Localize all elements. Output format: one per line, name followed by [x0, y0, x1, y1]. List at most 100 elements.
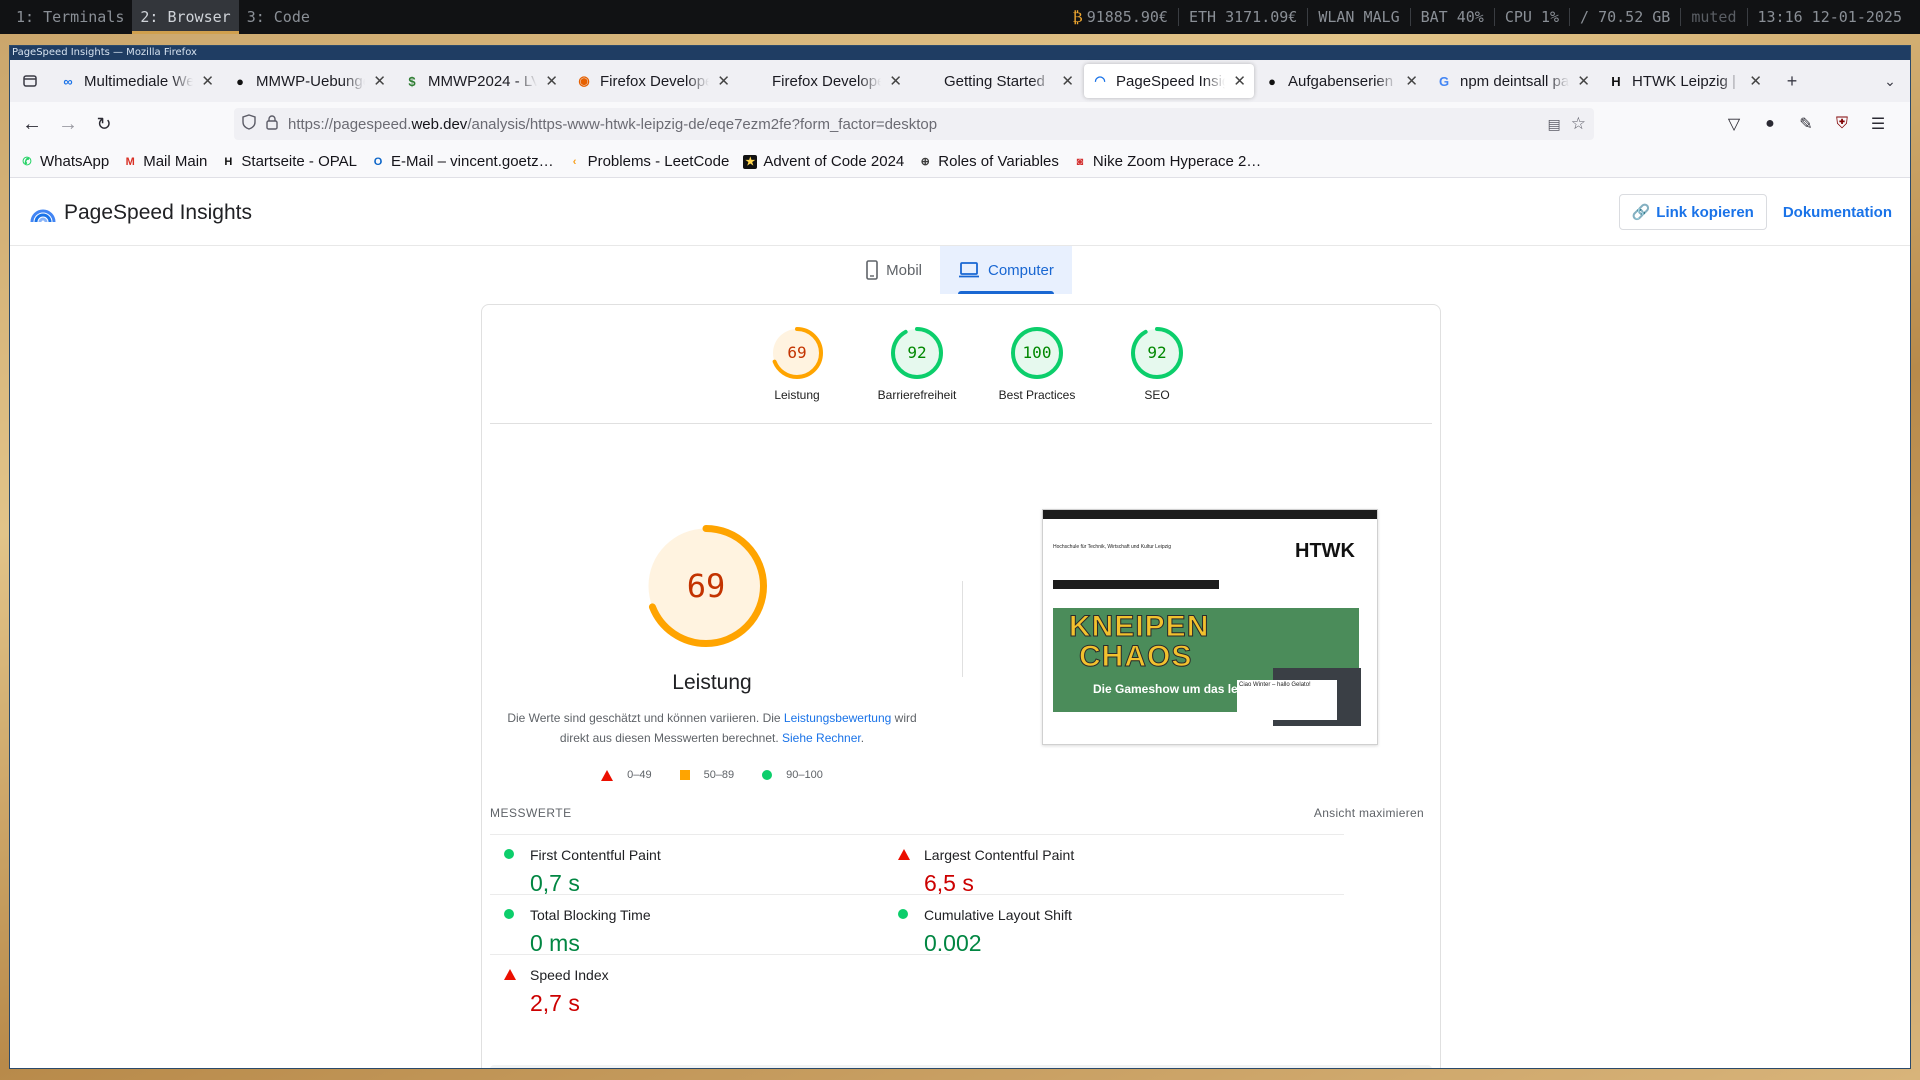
list-all-tabs-button[interactable]: ⌄	[1874, 65, 1906, 97]
tab-9[interactable]: H HTWK Leipzig | Ho ✕	[1600, 64, 1770, 98]
bookmark-3[interactable]: O E-Mail – vincent.goetz…	[371, 153, 554, 170]
tab-2[interactable]: $ MMWP2024 - LV0 ✕	[396, 64, 566, 98]
close-icon[interactable]: ✕	[889, 72, 902, 90]
clock: 13:16 12-01-2025	[1746, 8, 1913, 26]
bookmark-6[interactable]: ⊕ Roles of Variables	[918, 153, 1059, 170]
metric-first-contentful-paint: First Contentful Paint 0,7 s	[490, 834, 950, 896]
close-icon[interactable]: ✕	[717, 72, 730, 90]
back-button[interactable]: ←	[16, 108, 48, 140]
chevron-down-icon: ⌄	[1884, 72, 1896, 89]
bookmark-label: Nike Zoom Hyperace 2…	[1092, 153, 1262, 170]
tab-title: Multimediale Web	[84, 72, 194, 90]
close-icon[interactable]: ✕	[1749, 72, 1762, 90]
tab-list: ∞ Multimediale Web ✕ ● MMWP-Uebungen ✕ $ MMWP20…	[52, 64, 1770, 98]
new-tab-button[interactable]: +	[1776, 65, 1808, 97]
forward-button[interactable]: →	[52, 108, 84, 140]
pass-circle-icon	[504, 909, 514, 919]
metric-total-blocking-time: Total Blocking Time 0 ms	[490, 894, 950, 956]
extensions-button[interactable]: ✎	[1790, 108, 1822, 140]
github-icon: ●	[1268, 73, 1276, 89]
score-legend: 0–49 50–89 90–100	[482, 769, 942, 781]
workspace-2[interactable]: 2: Browser	[132, 0, 239, 34]
docs-link[interactable]: Dokumentation	[1775, 204, 1900, 221]
metric-value: 0.002	[924, 930, 982, 956]
toolbar-right: ▽ ● ✎ ⛨ ☰	[1718, 108, 1894, 140]
close-icon[interactable]: ✕	[1061, 72, 1074, 90]
gauge-ring: 69	[771, 327, 823, 379]
tab-overview-button[interactable]	[14, 65, 46, 97]
metric-name: Cumulative Layout Shift	[924, 907, 1072, 923]
calculator-link[interactable]: Siehe Rechner	[782, 731, 861, 745]
pocket-button[interactable]: ▽	[1718, 108, 1750, 140]
tab-title: Getting Started	[944, 72, 1045, 90]
bookmark-0[interactable]: ✆ WhatsApp	[20, 153, 109, 170]
bookmark-label: Startseite - OPAL	[241, 153, 357, 170]
tab-4[interactable]: Firefox Developer Too ✕	[740, 64, 910, 98]
gauge-label: Leistung	[774, 388, 820, 402]
reader-view-icon[interactable]: ▤	[1548, 116, 1561, 133]
laptop-icon	[959, 262, 979, 278]
url-text[interactable]: https://pagespeed.web.dev/analysis/https…	[288, 116, 1538, 133]
pocket-icon: ▽	[1727, 116, 1741, 133]
psi-title: PageSpeed Insights	[64, 200, 252, 224]
square-icon	[679, 770, 690, 780]
legend-average: 50–89	[679, 769, 734, 781]
metric-speed-index: Speed Index 2,7 s	[490, 954, 950, 1016]
bookmark-2[interactable]: H Startseite - OPAL	[221, 153, 357, 170]
bookmark-label: Problems - LeetCode	[587, 153, 730, 170]
metric-value: 0 ms	[530, 930, 580, 956]
metric-value: 2,7 s	[530, 990, 580, 1016]
copy-link-button[interactable]: 🔗 Link kopieren	[1618, 194, 1767, 230]
gauge-label: Barrierefreiheit	[877, 388, 957, 402]
tab-6[interactable]: ◠ PageSpeed Insight ✕	[1084, 64, 1254, 98]
gauge-seo[interactable]: 92 SEO	[1097, 327, 1217, 402]
bitcoin-icon: ₿	[1072, 7, 1083, 26]
scoring-link[interactable]: Leistungsbewertung	[784, 711, 891, 725]
workspace-1[interactable]: 1: Terminals	[8, 0, 132, 34]
page-screenshot[interactable]: Hochschule für Technik, Wirtschaft und K…	[1042, 509, 1378, 745]
tab-mobile[interactable]: Mobil	[848, 246, 940, 294]
gauge-best-practices[interactable]: 100 Best Practices	[977, 327, 1097, 402]
psi-logo[interactable]: PageSpeed Insights	[30, 201, 252, 225]
tab-0[interactable]: ∞ Multimediale Web ✕	[52, 64, 222, 98]
ublock-button[interactable]: ⛨	[1826, 108, 1858, 140]
close-icon[interactable]: ✕	[1405, 72, 1418, 90]
puzzle-icon: ✎	[1799, 116, 1813, 133]
bookmark-4[interactable]: ‹ Problems - LeetCode	[568, 153, 730, 170]
bookmark-1[interactable]: M Mail Main	[123, 153, 208, 170]
tab-8[interactable]: Gnpm deintsall pack ✕	[1428, 64, 1598, 98]
bookmarks-toolbar: ✆ WhatsApp M Mail Main H Startseite - OPAL O E-…	[10, 146, 1910, 178]
gauge-barrierefreiheit[interactable]: 92 Barrierefreiheit	[857, 327, 977, 402]
gauge-score: 69	[787, 343, 807, 362]
gauge-leistung[interactable]: 69 Leistung	[737, 327, 857, 402]
wlan-status: WLAN MALG	[1307, 8, 1409, 26]
tab-title: MMWP-Uebungen	[256, 72, 365, 90]
close-icon[interactable]: ✕	[201, 72, 214, 90]
close-icon[interactable]: ✕	[373, 72, 386, 90]
tab-3[interactable]: ◉ Firefox Developer ✕	[568, 64, 738, 98]
tab-1[interactable]: ● MMWP-Uebungen ✕	[224, 64, 394, 98]
dollar-icon: $	[408, 73, 416, 89]
close-icon[interactable]: ✕	[1577, 72, 1590, 90]
reload-button[interactable]: ↻	[88, 108, 120, 140]
tab-overview-icon	[23, 75, 37, 87]
close-icon[interactable]: ✕	[545, 72, 558, 90]
menu-button[interactable]: ☰	[1862, 108, 1894, 140]
disk-status: / 70.52 GB	[1569, 8, 1680, 26]
bookmark-5[interactable]: ★ Advent of Code 2024	[743, 153, 904, 170]
device-tabs: Mobil Computer	[10, 246, 1910, 294]
close-icon[interactable]: ✕	[1233, 72, 1246, 90]
expand-view-toggle[interactable]: Ansicht maximieren	[1314, 806, 1424, 820]
runtime-info-strip	[490, 1065, 1432, 1068]
url-bar[interactable]: https://pagespeed.web.dev/analysis/https…	[234, 108, 1594, 140]
bookmark-label: Advent of Code 2024	[763, 153, 905, 170]
workspace-3[interactable]: 3: Code	[239, 0, 318, 34]
blank-icon	[748, 73, 764, 89]
bookmark-7[interactable]: ◙ Nike Zoom Hyperace 2…	[1073, 153, 1262, 170]
tab-7[interactable]: ● Aufgabenserien ab ✕	[1256, 64, 1426, 98]
tab-desktop[interactable]: Computer	[940, 246, 1072, 294]
account-button[interactable]: ●	[1754, 108, 1786, 140]
whatsapp-icon: ✆	[22, 156, 32, 168]
star-icon[interactable]: ☆	[1571, 114, 1586, 134]
tab-5[interactable]: Getting Started ✕	[912, 64, 1082, 98]
